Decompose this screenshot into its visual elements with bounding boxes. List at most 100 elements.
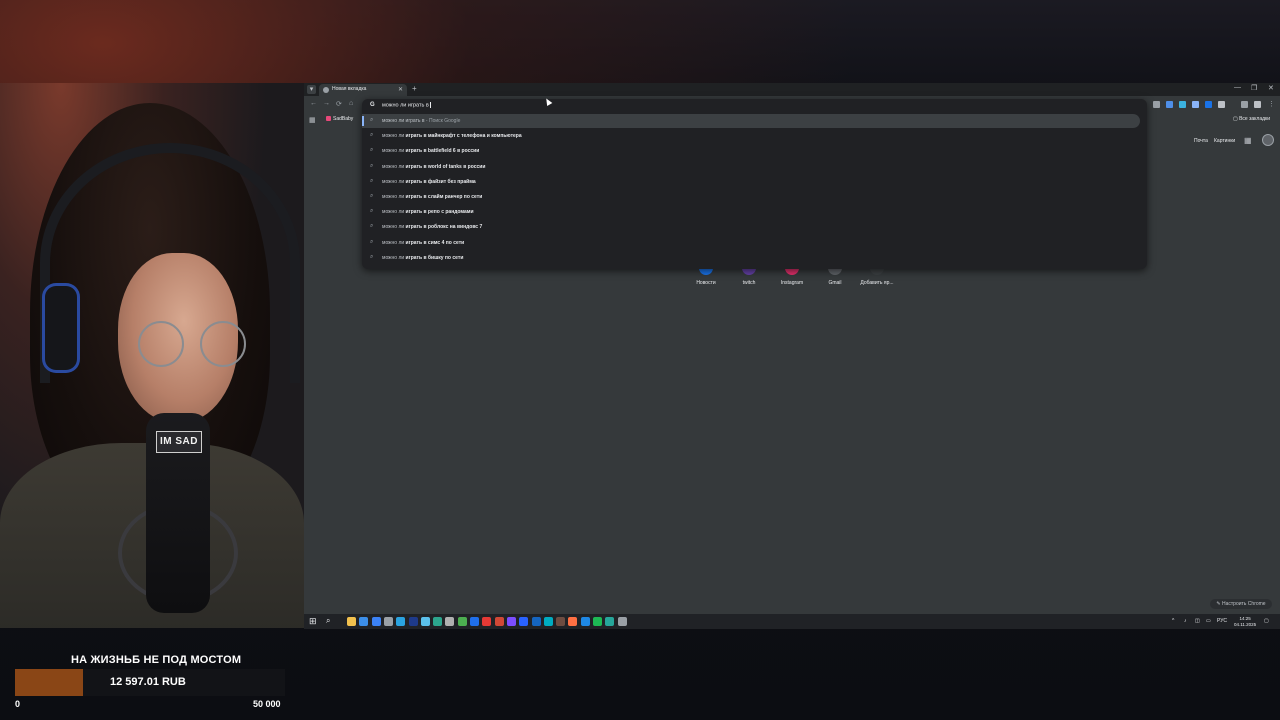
back-icon[interactable]: ← <box>310 100 317 107</box>
suggestion-item[interactable]: ⌕ можно ли играть в world of tanks в росс… <box>362 160 1147 174</box>
menu-icon[interactable]: ⋮ <box>1268 100 1275 108</box>
taskbar-app-icon[interactable] <box>556 617 566 626</box>
suggestion-item[interactable]: ⌕ можно ли играть в файзит без прайма <box>362 175 1147 189</box>
windows-start-icon[interactable]: ⊞ <box>309 616 317 627</box>
suggestion-item[interactable]: ⌕ можно ли играть в - Поиск Google <box>362 114 1140 128</box>
home-icon[interactable]: ⌂ <box>349 100 353 107</box>
taskbar-app-icon[interactable] <box>482 617 492 626</box>
suggestion-item[interactable]: ⌕ можно ли играть в репо с рандомами <box>362 205 1147 219</box>
new-tab-button[interactable]: + <box>412 84 417 93</box>
tray-chevron-icon[interactable]: ^ <box>1172 618 1174 624</box>
suggestion-item[interactable]: ⌕ можно ли играть в слайм ранчер по сети <box>362 190 1147 204</box>
bookmark-favicon-icon <box>326 116 331 122</box>
suggestion-prefix: можно ли <box>382 178 405 185</box>
tab-strip: ▾ Новая вкладка ✕ + — ❐ ✕ <box>304 83 1280 96</box>
taskbar-app-icon[interactable] <box>580 617 590 626</box>
extension-icon[interactable] <box>1153 101 1160 108</box>
address-input[interactable]: можно ли играть в <box>382 102 431 108</box>
search-icon: ⌕ <box>370 238 374 245</box>
suggestion-text: можно ли играть в бишку по сети <box>382 255 463 261</box>
customize-chrome-button[interactable]: ✎ Настроить Chrome <box>1210 599 1272 609</box>
taskbar-app-icon[interactable] <box>383 617 393 626</box>
maximize-icon[interactable]: ❐ <box>1251 84 1257 92</box>
all-bookmarks-button[interactable]: ▢ Все закладки <box>1233 116 1270 122</box>
taskbar-app-icon[interactable] <box>359 617 369 626</box>
tray-volume-icon[interactable]: ♪ <box>1184 618 1187 624</box>
taskbar-app-icon[interactable] <box>617 617 627 626</box>
taskbar-app-icon[interactable] <box>470 617 479 626</box>
tray-battery-icon[interactable]: ▭ <box>1206 618 1211 624</box>
goal-max: 50 000 <box>253 699 281 709</box>
extension-icon[interactable] <box>1205 101 1212 108</box>
taskbar-app-icon[interactable] <box>371 617 381 626</box>
notifications-icon[interactable]: ▢ <box>1264 618 1269 624</box>
browser-screen: ▾ Новая вкладка ✕ + — ❐ ✕ ← → ⟳ ⌂ ⋮ ▦ Sa… <box>304 83 1280 629</box>
images-link[interactable]: Картинки <box>1214 138 1235 144</box>
taskbar-app-icon[interactable] <box>457 617 467 626</box>
suggestion-completion: играть в слайм ранчер по сети <box>404 194 483 200</box>
search-icon: ⌕ <box>370 162 374 169</box>
language-indicator[interactable]: РУС <box>1217 618 1227 624</box>
suggestion-prefix: можно ли играть в <box>382 118 425 124</box>
suggestion-prefix: можно ли <box>382 209 405 216</box>
tab-new-tab[interactable]: Новая вкладка ✕ <box>319 84 407 96</box>
bookmark-label: SadBaby <box>333 116 354 122</box>
suggestion-prefix: можно ли <box>382 254 405 261</box>
puzzle-icon[interactable] <box>1218 101 1225 108</box>
suggestion-text: можно ли играть в майнкрафт с телефона и… <box>382 133 522 139</box>
suggestion-meta: - Поиск Google <box>424 118 461 124</box>
taskbar-app-icon[interactable] <box>494 617 504 626</box>
search-icon: ⌕ <box>370 117 374 123</box>
reload-icon[interactable]: ⟳ <box>336 100 342 108</box>
taskbar-app-icon[interactable] <box>396 617 406 626</box>
donation-goal: НА ЖИЗНЬБ НЕ ПОД МОСТОМ 12 597.01 RUB 0 … <box>0 640 300 720</box>
apps-grid-icon[interactable]: ▦ <box>309 116 316 124</box>
taskbar-app-icon[interactable] <box>408 617 418 626</box>
taskbar-app-icon[interactable] <box>420 617 430 626</box>
taskbar-app-icon[interactable] <box>347 617 356 626</box>
suggestion-item[interactable]: ⌕ можно ли играть в симс 4 по сети <box>362 236 1147 250</box>
gmail-link[interactable]: Почта <box>1194 138 1208 144</box>
tray-network-icon[interactable]: ◫ <box>1195 618 1200 624</box>
suggestion-completion: играть в world of tanks в россии <box>404 163 486 170</box>
suggestion-item[interactable]: ⌕ можно ли играть в battlefield 6 в росси… <box>362 144 1147 158</box>
taskbar-app-icon[interactable] <box>593 617 602 626</box>
extension-icon[interactable] <box>1179 101 1186 108</box>
google-apps-icon[interactable]: ▦ <box>1244 136 1252 145</box>
taskbar-app-icon[interactable] <box>605 617 615 626</box>
google-icon: G <box>370 102 375 108</box>
address-bar[interactable]: G можно ли играть в <box>362 99 1147 112</box>
clock[interactable]: 14:25 04.11.2025 <box>1234 616 1256 628</box>
goal-title: НА ЖИЗНЬБ НЕ ПОД МОСТОМ <box>71 654 242 666</box>
suggestion-prefix: можно ли <box>382 163 405 170</box>
search-icon: ⌕ <box>370 132 374 139</box>
taskbar-app-icon[interactable] <box>445 617 455 626</box>
tab-search-button[interactable]: ▾ <box>307 85 316 94</box>
bookmark-item[interactable]: SadBaby <box>326 116 353 122</box>
close-window-icon[interactable]: ✕ <box>1268 84 1274 92</box>
suggestion-item[interactable]: ⌕ можно ли играть в бишку по сети <box>362 251 1147 265</box>
taskbar-app-icon[interactable] <box>568 617 578 626</box>
glasses-lens-right <box>200 321 246 367</box>
taskbar-app-icon[interactable] <box>543 617 553 626</box>
suggestion-item[interactable]: ⌕ можно ли играть в роблокс на виндовс 7 <box>362 220 1147 234</box>
taskbar-app-icon[interactable] <box>531 617 541 626</box>
avatar[interactable] <box>1262 134 1274 146</box>
suggestion-completion: играть в симс 4 по сети <box>404 239 465 246</box>
taskbar-app-icon[interactable] <box>506 617 516 626</box>
forward-icon[interactable]: → <box>323 100 330 107</box>
search-icon[interactable]: ⌕ <box>326 616 330 626</box>
suggestion-completion: играть в майнкрафт с телефона и компьюте… <box>404 133 522 140</box>
extension-icon[interactable] <box>1166 101 1173 108</box>
address-input-value: можно ли играть в <box>382 102 429 109</box>
extension-icon[interactable] <box>1192 101 1199 108</box>
sidepanel-icon[interactable] <box>1254 101 1261 108</box>
taskbar-app-icon[interactable] <box>433 617 443 626</box>
downloads-icon[interactable] <box>1241 101 1248 108</box>
suggestion-item[interactable]: ⌕ можно ли играть в майнкрафт с телефона … <box>362 129 1147 143</box>
taskbar-app-icon[interactable] <box>519 617 529 626</box>
goal-progress-fill <box>15 669 83 696</box>
goal-min: 0 <box>15 699 21 709</box>
close-icon[interactable]: ✕ <box>398 86 403 93</box>
minimize-icon[interactable]: — <box>1234 84 1241 91</box>
